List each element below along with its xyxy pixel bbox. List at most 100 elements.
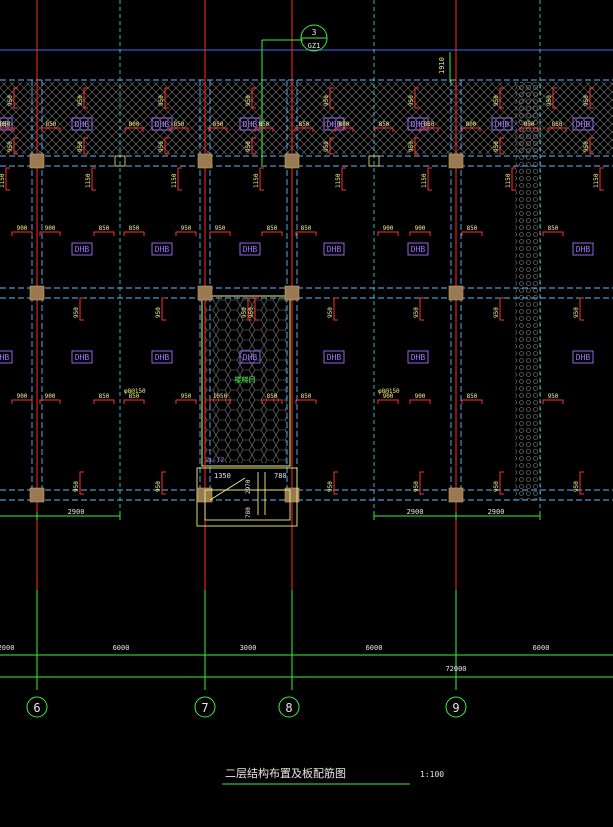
rebar-label: 900 [17,393,28,400]
rebar-label: 1150 [593,173,600,188]
rebar-mark: 950 [573,297,584,321]
rebar-label: 850 [524,121,535,128]
rebar-mark: 850 [261,225,283,236]
rebar-mark: 1150 [85,167,96,191]
rebar-label: 950 [158,141,165,152]
stair-label: 楼梯间 [235,375,256,384]
drawing-scale: 1:100 [420,770,444,779]
rebar-mark: 1150 [0,167,10,191]
slab-mark-label: DHB [155,120,170,129]
callout-number: 3 [312,28,317,37]
rebar-label: 950 [493,95,500,106]
rebar-label: 800 [129,121,140,128]
rebar-label: 1150 [421,173,428,188]
rebar-label: 950 [77,95,84,106]
slab-mark: DHB [151,350,173,364]
rebar-label: 1150 [253,173,260,188]
rebar-mark: 950 [73,297,84,321]
rebar-label: 800 [339,121,350,128]
axis-label-9: 9 [452,701,459,715]
rebar-label: 950 [73,481,80,492]
rebar-mark: 900 [39,393,61,404]
rebar-label: 900 [17,225,28,232]
rebar-label: 950 [77,141,84,152]
slab-mark: DHB [71,242,93,256]
rebar-label: 950 [327,307,334,318]
slab-mark-label: DHB [243,245,258,254]
bay-dim-5: 6000 [533,644,550,652]
rebar-mark: 850 [542,225,564,236]
rebar-mark: 950 [493,471,504,495]
rebar-label: 950 [583,95,590,106]
rebar-label: 850 [174,121,185,128]
lower-dim-2: 2900 [407,508,424,516]
rebar-mark: 950 [493,297,504,321]
slab-mark: DHB [572,117,594,131]
rebar-label: 950 [323,141,330,152]
column [29,153,45,169]
column [197,153,213,169]
rebar-label: 950 [573,307,580,318]
rebar-label: 850 [301,225,312,232]
rebar-label: 950 [248,307,255,318]
rebar-note: φ8@150 [124,388,146,395]
rebar-mark: 850 [295,225,317,236]
bay-dim-lines [0,590,613,690]
rebar-label: 950 [155,481,162,492]
rebar-label: 950 [245,141,252,152]
slab-mark-label: DHB [327,245,342,254]
drawing-title: 二层结构布置及板配筋图 [225,766,346,780]
rebar-label: 950 [493,307,500,318]
rebar-label: 950 [583,141,590,152]
rebar-label: 950 [573,481,580,492]
slab-mark-label: DHB [327,353,342,362]
rebar-mark: 850 [461,225,483,236]
rebar-mark: 950 [413,297,424,321]
rebar-label: 950 [7,141,14,152]
callout-code: GZ1 [308,42,321,50]
rebar-mark: 950 [413,471,424,495]
rebar-mark: 950 [155,471,166,495]
rebar-label: 950 [158,95,165,106]
bay-dim-4: 6000 [366,644,383,652]
column [29,285,45,301]
column [448,487,464,503]
rebar-mark: 1150 [253,167,264,191]
rebar-label: 950 [548,393,559,400]
slab-mark: DHB [0,350,13,364]
axis-label-7: 7 [201,701,208,715]
slab-mark: DHB [151,242,173,256]
stair-dim-1: 1350 [214,472,231,480]
slab-mark: DHB [407,350,429,364]
column [284,153,300,169]
rebar-label: 950 [413,307,420,318]
rebar-label: 1150 [171,173,178,188]
axis-label-8: 8 [285,701,292,715]
rebar-label: 850 [0,121,11,128]
rebar-label: 850 [267,225,278,232]
rebar-mark: 900 [377,225,399,236]
rebar-label: 900 [45,393,56,400]
rebar-mark: 850 [123,225,145,236]
column [284,285,300,301]
rebar-label: 850 [267,393,278,400]
column [29,487,45,503]
rebar-label: 950 [7,95,14,106]
rebar-label: 950 [245,95,252,106]
rebar-label: 1150 [505,173,512,188]
slab-mark-label: DHB [576,245,591,254]
rebar-label: 850 [213,121,224,128]
rebar-label: 850 [301,393,312,400]
slab-mark: DHB [407,242,429,256]
rebar-label: 850 [99,393,110,400]
rebar-label: 950 [546,95,553,106]
lower-dim-1: 2900 [68,508,85,516]
column [197,285,213,301]
rebar-label: 950 [493,141,500,152]
slab-mark-label: DHB [495,120,510,129]
rebar-mark: 950 [175,225,197,236]
rebar-label: 900 [415,225,426,232]
rebar-mark: 850 [461,393,483,404]
slab-mark: DHB [71,117,93,131]
slab-mark: DHB [239,350,261,364]
